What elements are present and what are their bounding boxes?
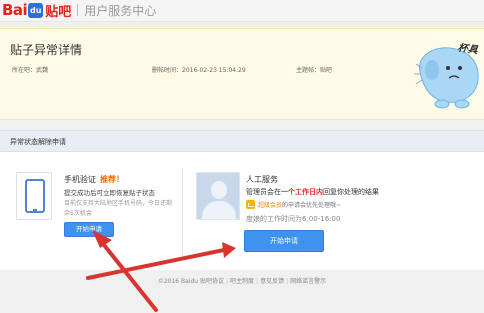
manual-apply-button[interactable]: 开始申请 — [244, 230, 324, 252]
section-title: 异常状态解除申请 — [10, 138, 66, 146]
subject-label: 主题帖： — [296, 67, 321, 74]
phone-verify-label: 手机验证 — [64, 175, 96, 184]
delete-time-value: 2016-02-23 15:04:29 — [182, 67, 246, 74]
phone-verify-desc: 提交成功后可立即恢复贴子状态 — [64, 189, 155, 197]
bar-meta: 所在吧：武魏 — [12, 65, 48, 74]
manual-desc-pre: 管理员会在 — [246, 188, 281, 196]
vip-link[interactable]: 超级会员 — [258, 200, 282, 209]
logo-tieba-text: 贴吧 — [45, 4, 72, 20]
page-title: 贴子异常详情 — [10, 43, 83, 57]
footer-separator: | — [226, 278, 229, 285]
subject-value: 贴吧 — [320, 67, 333, 74]
manual-service-title: 人工服务 — [246, 175, 278, 184]
baidu-tieba-logo[interactable]: Bai du 贴吧 用户服务中心 — [2, 0, 156, 20]
manual-desc-highlight: 一个工作日内 — [281, 188, 323, 196]
recommend-badge: 推荐！ — [100, 175, 124, 184]
subject-meta: 主题帖：贴吧 — [296, 65, 332, 74]
phone-verify-title: 手机验证 推荐！ — [64, 174, 124, 185]
bar-value: 武魏 — [36, 67, 49, 74]
bar-label: 所在吧： — [12, 67, 37, 74]
manual-desc-post: 回复你处理的结果 — [323, 188, 379, 196]
footer-link-agreement[interactable]: 贴吧协议 — [200, 278, 224, 285]
vip-badge-icon — [246, 200, 255, 209]
delete-time-label: 删帖时间： — [152, 67, 183, 74]
options-divider — [182, 168, 183, 258]
service-center-title: 用户服务中心 — [84, 3, 157, 18]
mobile-phone-icon — [16, 172, 52, 220]
footer-link-rumor[interactable]: 网络谣言警示 — [290, 278, 326, 285]
logo-separator — [77, 4, 79, 16]
top-header: Bai du 贴吧 用户服务中心 — [0, 0, 484, 22]
footer-copyright: ©2016 Baidu — [157, 278, 199, 285]
working-hours: 度娘的工作时间为6:00-16:00 — [246, 215, 341, 223]
phone-apply-button[interactable]: 开始申请 — [64, 222, 114, 237]
vip-priority-note: 超级会员 的申请会优先处理哦~ — [246, 200, 341, 209]
baidu-paw-icon: du — [28, 2, 44, 18]
user-avatar-icon — [196, 172, 240, 220]
footer-separator: | — [256, 278, 259, 285]
phone-verify-note: 目前仅支持大陆地区手机号码，今日还剩余5次机会 — [64, 200, 173, 217]
delete-time-meta: 删帖时间：2016-02-23 15:04:29 — [152, 65, 246, 74]
appeal-options: 手机验证 推荐！ 提交成功后可立即恢复贴子状态 目前仅支持大陆地区手机号码，今日还… — [0, 152, 484, 270]
section-header: 异常状态解除申请 — [0, 130, 484, 152]
logo-bai-text: Bai — [2, 1, 28, 19]
footer-separator: | — [286, 278, 289, 285]
footer-link-feedback[interactable]: 意见反馈 — [260, 278, 284, 285]
page-footer: ©2016 Baidu 贴吧协议 | 吧主制度 | 意见反馈 | 网络谣言警示 — [0, 276, 484, 285]
manual-service-desc: 管理员会在一个工作日内回复你处理的结果 — [246, 187, 379, 197]
footer-link-rules[interactable]: 吧主制度 — [230, 278, 254, 285]
mascot-caption: 杯具 — [457, 42, 479, 57]
vip-note-text: 的申请会优先处理哦~ — [282, 202, 342, 209]
